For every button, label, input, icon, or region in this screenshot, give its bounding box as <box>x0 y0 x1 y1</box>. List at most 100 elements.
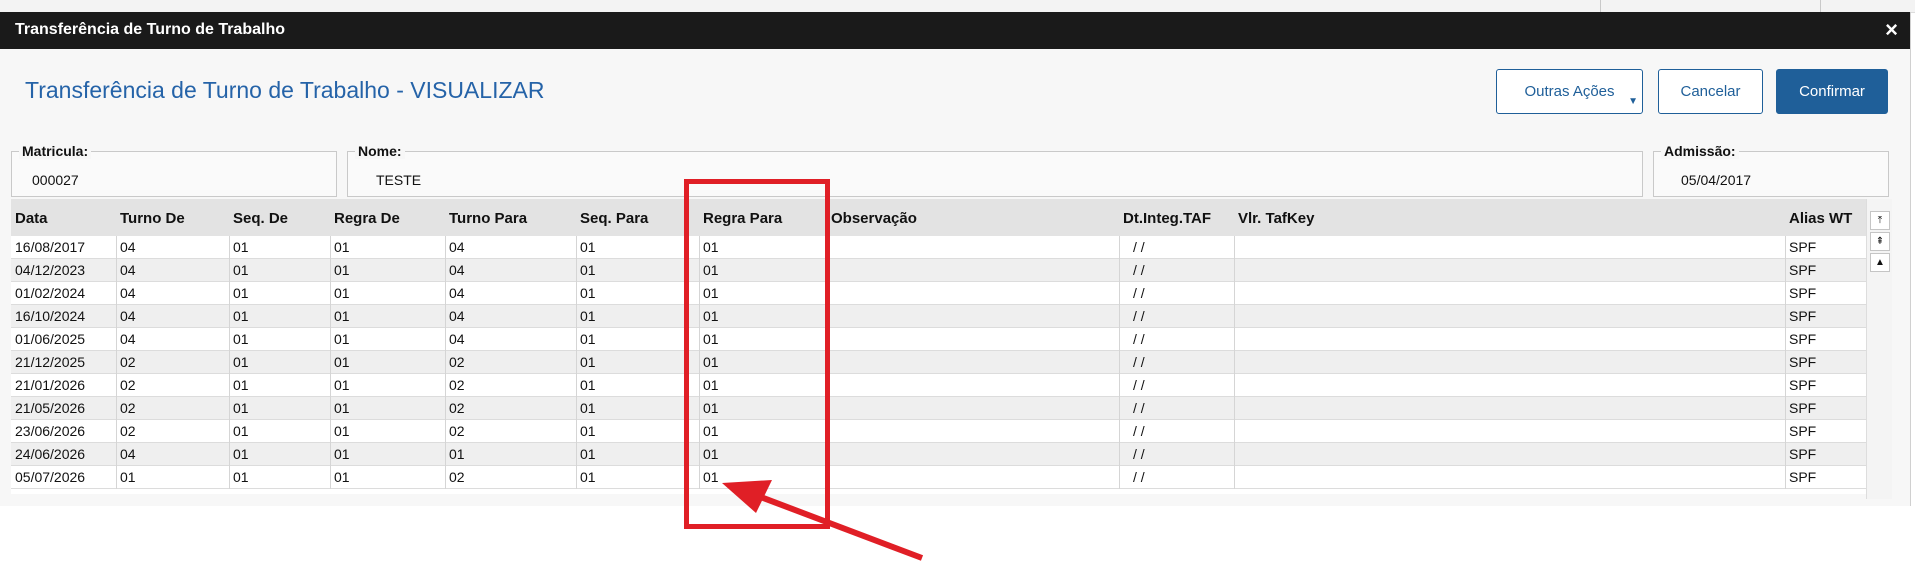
col-seq-para-cell: 01 <box>580 308 596 324</box>
col-regra-de-cell: 01 <box>334 331 350 347</box>
col-regra-de-cell: 01 <box>334 377 350 393</box>
close-icon[interactable]: × <box>1885 19 1898 41</box>
col-seq-de-cell: 01 <box>233 308 249 324</box>
col-seq-de-cell: 01 <box>233 331 249 347</box>
col-dt-integ-taf-cell: / / <box>1133 423 1145 439</box>
col-data-cell: 16/10/2024 <box>15 308 86 324</box>
page-title: Transferência de Turno de Trabalho - VIS… <box>25 77 545 103</box>
col-regra-de-header[interactable]: Regra De <box>334 210 400 227</box>
col-turno-para-cell: 02 <box>449 469 465 485</box>
col-regra-para-cell: 01 <box>703 446 719 462</box>
scroll-first-icon[interactable]: ⤒ <box>1870 211 1890 230</box>
col-regra-de-cell: 01 <box>334 354 350 370</box>
cancel-button[interactable]: Cancelar <box>1658 69 1763 114</box>
col-seq-para-cell: 01 <box>580 400 596 416</box>
other-actions-button[interactable]: Outras Ações ▼ <box>1496 69 1643 114</box>
col-data-cell: 05/07/2026 <box>15 469 86 485</box>
col-regra-de-cell: 01 <box>334 239 350 255</box>
admissao-label: Admissão: <box>1661 143 1739 159</box>
column-divider <box>1234 236 1235 489</box>
strip-divider <box>1600 0 1601 12</box>
col-regra-de-cell: 01 <box>334 285 350 301</box>
col-turno-de-cell: 01 <box>120 469 136 485</box>
other-actions-label: Outras Ações <box>1524 83 1615 100</box>
admissao-value: 05/04/2017 <box>1681 172 1752 188</box>
col-turno-para-cell: 04 <box>449 262 465 278</box>
col-data-cell: 01/02/2024 <box>15 285 86 301</box>
col-turno-para-cell: 02 <box>449 423 465 439</box>
nome-value: TESTE <box>376 172 422 188</box>
admissao-field[interactable]: Admissão: 05/04/2017 <box>1653 143 1889 197</box>
col-alias-wt-header[interactable]: Alias WT <box>1789 210 1852 227</box>
col-seq-de-cell: 01 <box>233 400 249 416</box>
table-row[interactable]: 16/08/2017 04 01 01 04 01 01 / / SPF <box>11 236 1867 259</box>
col-regra-para-cell: 01 <box>703 331 719 347</box>
col-vlr-tafkey-header[interactable]: Vlr. TafKey <box>1238 210 1314 227</box>
nome-label: Nome: <box>355 143 405 159</box>
col-turno-para-cell: 04 <box>449 239 465 255</box>
col-alias-wt-cell: SPF <box>1789 446 1817 462</box>
col-dt-integ-taf-cell: / / <box>1133 285 1145 301</box>
col-alias-wt-cell: SPF <box>1789 239 1817 255</box>
col-dt-integ-taf-cell: / / <box>1133 400 1145 416</box>
col-alias-wt-cell: SPF <box>1789 262 1817 278</box>
col-observacao-header[interactable]: Observação <box>831 210 917 227</box>
confirm-button[interactable]: Confirmar <box>1776 69 1888 114</box>
confirm-label: Confirmar <box>1799 83 1865 100</box>
table-row[interactable]: 16/10/2024 04 01 01 04 01 01 / / SPF <box>11 305 1867 328</box>
column-divider <box>699 236 700 489</box>
table-row[interactable]: 21/01/2026 02 01 01 02 01 01 / / SPF <box>11 374 1867 397</box>
col-regra-de-cell: 01 <box>334 262 350 278</box>
col-data-header[interactable]: Data <box>15 210 48 227</box>
col-seq-para-cell: 01 <box>580 262 596 278</box>
scroll-up-icon[interactable]: ▲ <box>1870 253 1890 272</box>
matricula-value: 000027 <box>32 172 79 188</box>
col-dt-integ-taf-header[interactable]: Dt.Integ.TAF <box>1123 210 1211 227</box>
col-seq-de-cell: 01 <box>233 262 249 278</box>
col-seq-de-header[interactable]: Seq. De <box>233 210 288 227</box>
table-row[interactable]: 01/02/2024 04 01 01 04 01 01 / / SPF <box>11 282 1867 305</box>
col-seq-para-cell: 01 <box>580 239 596 255</box>
col-dt-integ-taf-cell: / / <box>1133 262 1145 278</box>
col-turno-de-cell: 04 <box>120 239 136 255</box>
column-divider <box>1119 236 1120 489</box>
chevron-down-icon: ▼ <box>1628 96 1638 107</box>
col-data-cell: 21/12/2025 <box>15 354 86 370</box>
col-seq-de-cell: 01 <box>233 377 249 393</box>
table-row[interactable]: 21/12/2025 02 01 01 02 01 01 / / SPF <box>11 351 1867 374</box>
col-alias-wt-cell: SPF <box>1789 423 1817 439</box>
col-alias-wt-cell: SPF <box>1789 469 1817 485</box>
col-regra-para-cell: 01 <box>703 377 719 393</box>
col-dt-integ-taf-cell: / / <box>1133 469 1145 485</box>
table-row[interactable]: 04/12/2023 04 01 01 04 01 01 / / SPF <box>11 259 1867 282</box>
col-regra-de-cell: 01 <box>334 469 350 485</box>
col-turno-de-cell: 04 <box>120 446 136 462</box>
col-alias-wt-cell: SPF <box>1789 285 1817 301</box>
col-data-cell: 04/12/2023 <box>15 262 86 278</box>
col-turno-de-header[interactable]: Turno De <box>120 210 185 227</box>
col-data-cell: 24/06/2026 <box>15 446 86 462</box>
matricula-field[interactable]: Matricula: 000027 <box>11 143 337 197</box>
column-divider <box>229 236 230 489</box>
col-seq-para-cell: 01 <box>580 423 596 439</box>
vertical-scrollbar[interactable]: ⤒ ⇞ ▲ <box>1866 199 1892 499</box>
matricula-label: Matricula: <box>19 143 92 159</box>
table-row[interactable]: 21/05/2026 02 01 01 02 01 01 / / SPF <box>11 397 1867 420</box>
col-dt-integ-taf-cell: / / <box>1133 354 1145 370</box>
col-turno-para-header[interactable]: Turno Para <box>449 210 527 227</box>
nome-field[interactable]: Nome: TESTE <box>347 143 1643 197</box>
col-regra-de-cell: 01 <box>334 308 350 324</box>
col-seq-para-header[interactable]: Seq. Para <box>580 210 648 227</box>
col-regra-para-cell: 01 <box>703 285 719 301</box>
dialog-titlebar: Transferência de Turno de Trabalho × <box>0 12 1910 49</box>
scroll-page-up-icon[interactable]: ⇞ <box>1870 232 1890 251</box>
col-seq-de-cell: 01 <box>233 354 249 370</box>
col-regra-para-header[interactable]: Regra Para <box>703 210 782 227</box>
table-row[interactable]: 01/06/2025 04 01 01 04 01 01 / / SPF <box>11 328 1867 351</box>
table-row[interactable]: 05/07/2026 01 01 01 02 01 01 / / SPF <box>11 466 1867 489</box>
table-row[interactable]: 24/06/2026 04 01 01 01 01 01 / / SPF <box>11 443 1867 466</box>
col-seq-para-cell: 01 <box>580 377 596 393</box>
table-row[interactable]: 23/06/2026 02 01 01 02 01 01 / / SPF <box>11 420 1867 443</box>
cancel-label: Cancelar <box>1680 83 1741 100</box>
col-data-cell: 21/01/2026 <box>15 377 86 393</box>
